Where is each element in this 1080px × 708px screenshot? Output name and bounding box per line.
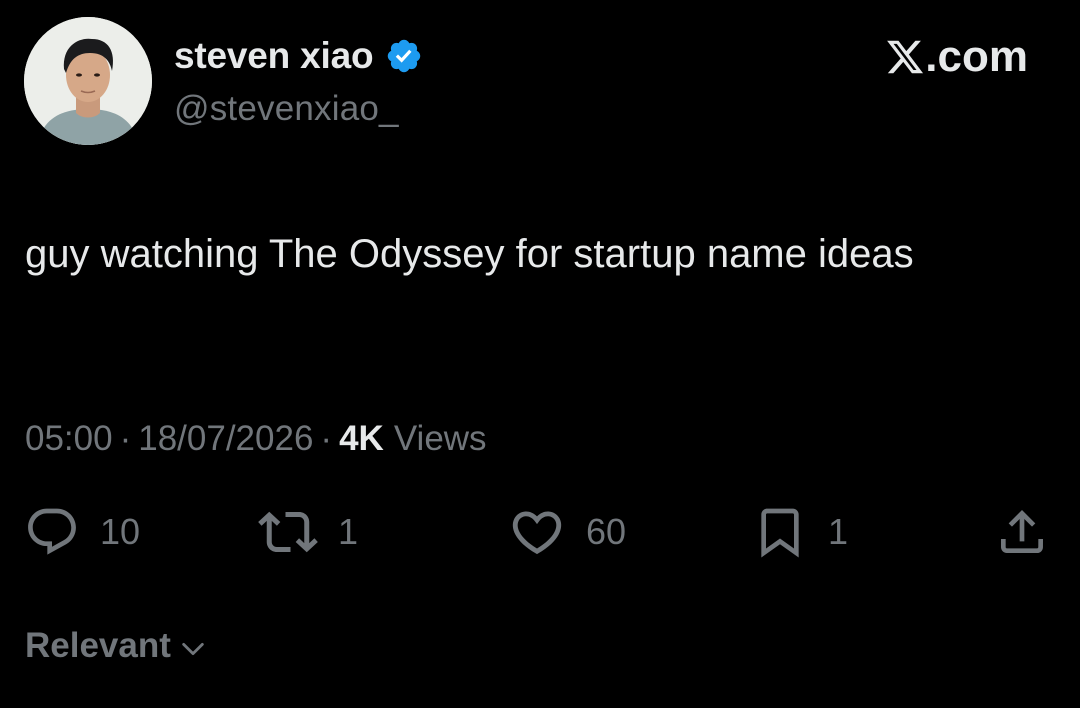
tweet-time[interactable]: 05:00 — [25, 419, 113, 459]
like-button[interactable]: 60 — [508, 502, 626, 562]
sort-replies-dropdown[interactable]: Relevant — [25, 622, 207, 670]
tweet-date[interactable]: 18/07/2026 — [138, 419, 313, 459]
meta-separator: · — [320, 419, 333, 458]
like-count: 60 — [586, 511, 627, 552]
tweet-meta: 05:00 · 18/07/2026 · 4K Views — [25, 415, 487, 463]
bookmark-button[interactable]: 1 — [752, 502, 848, 562]
brand-domain: .com — [925, 32, 1028, 81]
chevron-down-icon — [179, 632, 207, 660]
share-icon — [1001, 510, 1043, 553]
repost-icon — [258, 511, 318, 553]
reply-count: 10 — [100, 511, 141, 552]
views-label: Views — [393, 419, 487, 458]
reply-icon — [28, 508, 76, 555]
tweet-text: guy watching The Odyssey for startup nam… — [25, 232, 914, 276]
brand-watermark: .com — [885, 32, 1028, 82]
repost-button[interactable]: 1 — [258, 502, 358, 562]
views-count: 4K — [339, 419, 384, 458]
tweet-actions: 10 1 60 1 — [0, 502, 1080, 562]
meta-separator: · — [119, 419, 132, 458]
share-button[interactable] — [994, 502, 1050, 562]
author-display-name[interactable]: steven xiao — [174, 32, 374, 80]
heart-icon — [512, 511, 562, 555]
repost-count: 1 — [338, 511, 359, 552]
sort-label: Relevant — [25, 626, 171, 665]
author-handle[interactable]: @stevenxiao_ — [174, 85, 399, 133]
bookmark-count: 1 — [828, 511, 849, 552]
x-logo-icon — [885, 37, 925, 77]
author-name-row: steven xiao — [174, 32, 423, 80]
avatar[interactable] — [24, 17, 152, 145]
verified-badge-icon — [385, 37, 423, 75]
profile-photo — [24, 17, 152, 145]
reply-button[interactable]: 10 — [24, 502, 140, 562]
bookmark-icon — [761, 508, 799, 558]
